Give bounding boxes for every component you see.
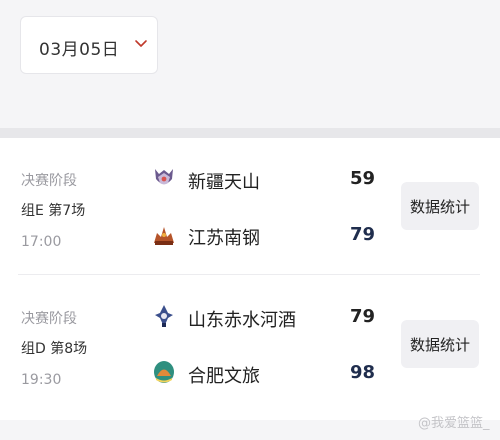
xinjiang-team-logo <box>155 169 173 185</box>
date-header: 03月05日 <box>0 0 500 96</box>
date-label: 03月05日 <box>39 40 120 60</box>
team-name: 江苏南钢 <box>188 228 260 249</box>
team-score: 79 <box>350 224 376 245</box>
team-name: 合肥文旅 <box>188 366 260 387</box>
match-group: 组E 第7场 <box>21 203 86 219</box>
hefei-team-logo <box>154 361 174 383</box>
match-group: 组D 第8场 <box>21 341 88 357</box>
chevron-down-icon <box>135 40 147 47</box>
match-stage: 决赛阶段 <box>21 173 77 189</box>
team-name: 山东赤水河酒 <box>188 310 296 331</box>
team-row-away[interactable]: 江苏南钢 79 <box>152 221 392 249</box>
match-time: 19:30 <box>21 372 62 388</box>
jiangsu-team-logo <box>154 227 174 245</box>
match-card: 决赛阶段 组D 第8场 19:30 山东赤水河酒 79 合肥文旅 98 数据统计 <box>0 276 500 413</box>
match-card: 决赛阶段 组E 第7场 17:00 新疆天山 59 江苏南钢 79 数据统计 <box>0 138 500 275</box>
team-row-home[interactable]: 新疆天山 59 <box>152 165 392 193</box>
team-name: 新疆天山 <box>188 172 260 193</box>
team-row-away[interactable]: 合肥文旅 98 <box>152 359 392 387</box>
section-divider <box>0 128 500 138</box>
team-score: 59 <box>350 168 376 189</box>
stats-button[interactable]: 数据统计 <box>401 182 479 230</box>
row-divider <box>18 274 480 275</box>
date-selector[interactable]: 03月05日 <box>20 16 158 74</box>
team-score: 98 <box>350 362 376 383</box>
stats-button[interactable]: 数据统计 <box>401 320 479 368</box>
team-row-home[interactable]: 山东赤水河酒 79 <box>152 303 392 331</box>
shandong-team-logo <box>155 305 173 327</box>
team-score: 79 <box>350 306 376 327</box>
match-list: 决赛阶段 组E 第7场 17:00 新疆天山 59 江苏南钢 79 数据统计 决 <box>0 138 500 420</box>
match-time: 17:00 <box>21 234 62 250</box>
match-stage: 决赛阶段 <box>21 311 77 327</box>
watermark: @我爱篮篮_ <box>418 416 490 431</box>
